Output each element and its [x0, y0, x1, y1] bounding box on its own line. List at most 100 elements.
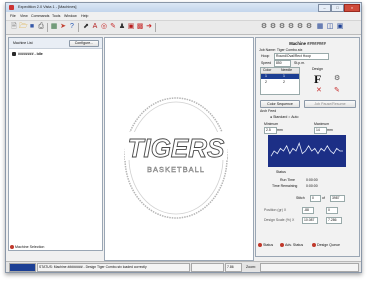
design-scale-x: 10.087	[302, 217, 318, 224]
time-remaining-label: Time Remaining	[272, 184, 298, 188]
machine-1-icon[interactable]: ⚙	[260, 23, 268, 31]
toolbar-separator	[78, 23, 79, 32]
menu-tools[interactable]: Tools	[52, 14, 60, 18]
design-preview: TIGERS BASKETBALL	[124, 97, 228, 219]
maximum-input[interactable]: 14	[314, 127, 327, 134]
grid-layout-icon[interactable]: ▦	[316, 23, 324, 31]
toolbar-separator	[155, 23, 156, 32]
gear-icon[interactable]: ⚙	[334, 74, 340, 82]
status-dot-icon	[280, 243, 284, 248]
arrow-icon[interactable]: ➤	[59, 23, 67, 31]
machine-3-icon[interactable]: ⚙	[278, 23, 286, 31]
position-x: -88	[302, 207, 314, 214]
design-label: Design	[312, 67, 323, 71]
export-icon[interactable]: ➜	[145, 23, 153, 31]
minimum-unit: mm	[277, 128, 283, 132]
stitch-of-label: of	[322, 196, 325, 200]
zoom-slider[interactable]	[260, 263, 359, 272]
menu-help[interactable]: Help	[81, 14, 88, 18]
color-row[interactable]: 2 2	[261, 80, 299, 85]
save-icon[interactable]: ■	[28, 23, 36, 31]
machine-panel-title: Machine ########	[289, 41, 326, 46]
run-time-value: 0:00:00	[306, 178, 318, 182]
help-icon[interactable]: ?	[68, 23, 76, 31]
hoop-icon[interactable]: ▣	[127, 23, 135, 31]
machine-list-panel: Machine List Configure... ######## - Idl…	[8, 37, 103, 251]
machine-list-item[interactable]: ######## - Idle	[12, 52, 72, 58]
menu-window[interactable]: Window	[64, 14, 77, 18]
needle-icon[interactable]: ✎	[109, 23, 117, 31]
arch-feed-value: ● Standard ○ Auto	[270, 115, 299, 119]
time-remaining-value: 0:00:00	[306, 184, 318, 188]
maximum-unit: mm	[327, 128, 333, 132]
hoop-select[interactable]: Round/Oval/Rect Hoop	[274, 53, 329, 60]
run-time-label: Run Time	[280, 178, 295, 182]
machine-4-icon[interactable]: ⚙	[287, 23, 295, 31]
machine-2-icon[interactable]: ⚙	[269, 23, 277, 31]
select-icon[interactable]: ⬈	[82, 23, 90, 31]
color-column-header: Color	[263, 68, 272, 72]
lettering-icon[interactable]: A	[91, 23, 99, 31]
stitch-label: Stitch	[296, 196, 305, 200]
arch-feed-label: Arch Feed	[260, 109, 277, 113]
machine-5-icon[interactable]: ⚙	[296, 23, 304, 31]
zoom-label: Zoom:	[246, 265, 256, 269]
status-tab[interactable]: Status	[258, 243, 273, 248]
adv-status-tab[interactable]: Adv. Status	[280, 243, 303, 248]
job-pause-button[interactable]: Job Pause/Resume	[304, 100, 356, 108]
design-scale-y: 7.286	[326, 217, 342, 224]
job-name-label: Job Name: Tiger Combo.stx	[259, 48, 303, 52]
close-button[interactable]: ×	[344, 4, 360, 12]
status-label: Status	[276, 170, 286, 174]
left-bottom-tabs: Machine Selection	[10, 245, 100, 254]
color-sequence-button[interactable]: Color Sequence	[260, 100, 300, 108]
color-row[interactable]: 1 1	[261, 74, 299, 79]
application-window: Expedition 2.0 Vista 1 - [Machines] – □ …	[5, 2, 362, 273]
person-icon[interactable]: ♟	[118, 23, 126, 31]
color-needle-table: Color Needle 1 1 2 2	[260, 67, 300, 95]
machine-6-icon[interactable]: ⚙	[305, 23, 313, 31]
menu-bar: File View Commands Tools Window Help	[6, 13, 361, 19]
cascade-layout-icon[interactable]: ▣	[336, 23, 344, 31]
design-canvas[interactable]: TIGERS BASKETBALL	[104, 37, 254, 261]
status-progress	[191, 263, 224, 272]
open-folder-icon[interactable]: 🗁	[19, 23, 28, 31]
status-dot-icon	[10, 245, 14, 250]
stitch-graph	[268, 135, 346, 167]
tile-layout-icon[interactable]: ◫	[326, 23, 334, 31]
machine-list-label: Machine List	[13, 41, 33, 45]
speed-label: Speed	[261, 61, 272, 65]
toolbar-separator	[47, 23, 48, 32]
maximize-button[interactable]: □	[331, 4, 344, 12]
minimum-label: Minimum	[264, 122, 279, 126]
machine-item-label: ######## - Idle	[18, 52, 43, 56]
right-bottom-tabs: Status Adv. Status Design Queue	[256, 243, 360, 252]
menu-view[interactable]: View	[20, 14, 28, 18]
configure-button[interactable]: Configure...	[69, 40, 99, 47]
stitch-value: 0	[310, 195, 321, 202]
new-file-icon[interactable]: 🗎	[10, 23, 18, 31]
position-y: 0	[326, 207, 338, 214]
target-icon[interactable]: ◎	[100, 23, 108, 31]
print-icon[interactable]: ⎙	[37, 23, 45, 31]
machine-status-panel: Machine ######## Job Name: Tiger Combo.s…	[255, 37, 360, 257]
delete-icon[interactable]: ✕	[316, 86, 322, 94]
minimize-button[interactable]: –	[318, 4, 331, 12]
status-value: 7.86	[225, 263, 242, 272]
stitch-file-icon[interactable]: ▦	[50, 23, 58, 31]
machine-selection-tab[interactable]: Machine Selection	[10, 245, 44, 250]
menu-file[interactable]: File	[10, 14, 16, 18]
design-queue-tab[interactable]: Design Queue	[312, 243, 340, 248]
title-bar[interactable]: Expedition 2.0 Vista 1 - [Machines] – □ …	[6, 3, 361, 12]
design-scale-label: Design Scale (%) X	[264, 218, 295, 222]
hoop-label: Hoop	[261, 54, 270, 58]
machine-list-header: Machine List Configure...	[9, 38, 102, 49]
color-palette-icon[interactable]: ▩	[136, 23, 144, 31]
design-sub-text: BASKETBALL	[147, 165, 205, 174]
minimum-input[interactable]: 2.5	[264, 127, 277, 134]
speed-input[interactable]: 850	[274, 60, 291, 67]
edit-icon[interactable]: ✎	[334, 86, 340, 94]
menu-commands[interactable]: Commands	[31, 14, 49, 18]
toolbar: 🗎 🗁 ■ ⎙ ▦ ➤ ? ⬈ A ◎ ✎ ♟ ▣ ▩ ➜ ⚙ ⚙ ⚙ ⚙ ⚙ …	[6, 20, 361, 35]
status-dot-icon	[312, 243, 316, 248]
